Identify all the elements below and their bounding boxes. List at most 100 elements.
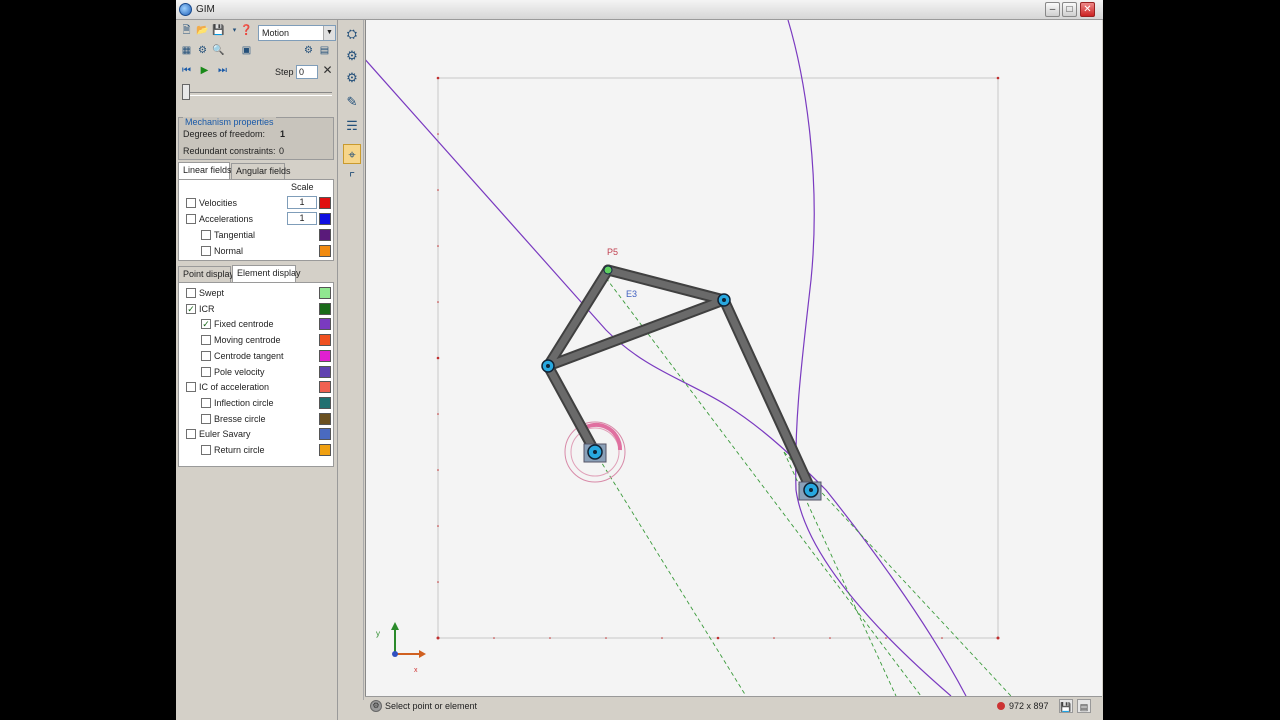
file-toolbar: 🗎 📂 💾 ▾ ❓ Motion ▼ xyxy=(178,22,336,41)
tangential-color-swatch[interactable] xyxy=(319,229,331,241)
mechanism-properties-legend: Mechanism properties xyxy=(183,117,276,127)
close-icon[interactable]: ✕ xyxy=(321,64,334,77)
icr-line-1 xyxy=(605,277,922,696)
mode-select-value: Motion xyxy=(262,28,290,38)
step-slider-thumb[interactable] xyxy=(182,84,190,100)
pole-velocity-color-swatch[interactable] xyxy=(319,365,331,378)
centrode-tangent-label: Centrode tangent xyxy=(214,350,284,361)
zoom-icon[interactable]: 🔍 xyxy=(212,44,225,57)
left-panel: 🗎 📂 💾 ▾ ❓ Motion ▼ ▦ ⚙ 🔍 ▣ ⚙ ▤ ⏮ ▶ ⏭ Ste… xyxy=(176,20,338,720)
element-row-moving-centrode: Moving centrode xyxy=(179,333,333,348)
step-input[interactable]: 0 xyxy=(296,65,318,79)
mechanism-drawing[interactable]: P5 E3 y x xyxy=(366,20,1103,696)
moving-centrode-color-swatch[interactable] xyxy=(319,334,331,347)
inflection-circle-color-swatch[interactable] xyxy=(319,396,331,409)
moving-centrode-label: Moving centrode xyxy=(214,335,281,346)
mechanism-canvas[interactable]: P5 E3 y x xyxy=(365,20,1102,696)
velocities-color-swatch[interactable] xyxy=(319,197,331,209)
grid-icon[interactable]: ▦ xyxy=(180,44,193,57)
bresse-circle-checkbox[interactable] xyxy=(201,413,211,424)
joint-tool-icon[interactable]: ⚙ xyxy=(343,46,361,66)
export-icon[interactable]: ▤ xyxy=(1077,699,1091,713)
field-row-normal: Normal xyxy=(179,244,333,259)
application-window: GIM – □ ✕ 🗎 📂 💾 ▾ ❓ Motion ▼ ▦ ⚙ 🔍 ▣ ⚙ ▤ xyxy=(176,0,1103,720)
measure-tool-icon[interactable]: ⌖ xyxy=(343,144,361,164)
tab-point-display[interactable]: Point display xyxy=(178,266,234,282)
return-circle-checkbox[interactable] xyxy=(201,445,211,455)
status-text: Select point or element xyxy=(385,701,478,711)
ic-of-acceleration-color-swatch[interactable] xyxy=(319,381,331,394)
status-bar: ⚙ Select point or element 972 x 897 💾 ▤ xyxy=(365,696,1102,716)
normal-checkbox[interactable] xyxy=(201,246,211,256)
bresse-circle-color-swatch[interactable] xyxy=(319,412,331,425)
help-icon[interactable]: ❓ xyxy=(240,24,253,37)
tab-angular-fields[interactable]: Angular fields xyxy=(231,163,291,179)
centrode-tangent-checkbox[interactable] xyxy=(201,350,211,361)
bresse-circle-label: Bresse circle xyxy=(214,413,266,424)
element-row-euler-savary: Euler Savary xyxy=(179,427,333,442)
centrode-tangent-color-swatch[interactable] xyxy=(319,349,331,362)
swept-label: Swept xyxy=(199,288,225,298)
normal-color-swatch[interactable] xyxy=(319,245,331,257)
accelerations-checkbox[interactable] xyxy=(186,214,196,224)
step-slider-track[interactable] xyxy=(184,92,332,96)
pencil-tool-icon[interactable]: ✎ xyxy=(343,92,361,112)
axis-y-label: y xyxy=(376,629,380,638)
redundant-label: Redundant constraints: xyxy=(183,146,276,156)
scale-header: Scale xyxy=(291,182,314,192)
inflection-circle-label: Inflection circle xyxy=(214,397,274,408)
icr-label: ICR xyxy=(199,303,215,314)
tools-toolbar: ⛭ ⚙ ⚙ ✎ ☴ ⌖ ⌜ xyxy=(340,20,364,700)
title-bar: GIM – □ ✕ xyxy=(176,0,1103,20)
field-row-tangential: Tangential xyxy=(179,228,333,243)
app-logo-icon xyxy=(179,3,192,16)
inflection-circle-checkbox[interactable] xyxy=(201,397,211,408)
euler-savary-color-swatch[interactable] xyxy=(319,428,331,441)
gear-icon[interactable]: ⚙ xyxy=(196,44,209,57)
euler-savary-checkbox[interactable] xyxy=(186,429,196,440)
mode-select[interactable]: Motion ▼ xyxy=(258,25,336,41)
velocities-checkbox[interactable] xyxy=(186,198,196,208)
field-row-velocities: Velocities 1 xyxy=(179,196,333,211)
save-icon[interactable]: 💾 xyxy=(212,24,225,37)
calculator-icon[interactable]: ▤ xyxy=(318,44,331,57)
save-status-icon[interactable]: 💾 xyxy=(1059,699,1073,713)
first-frame-icon[interactable]: ⏮ xyxy=(180,64,193,77)
tab-linear-fields[interactable]: Linear fields xyxy=(178,162,232,179)
element-row-return-circle: Return circle xyxy=(179,443,333,458)
fixed-centrode-checkbox[interactable]: ✓ xyxy=(201,319,211,330)
velocities-scale-input[interactable]: 1 xyxy=(287,196,317,209)
chevron-down-icon[interactable]: ▼ xyxy=(323,26,335,40)
new-icon[interactable]: 🗎 xyxy=(180,24,193,37)
minimize-button[interactable]: – xyxy=(1045,2,1060,17)
dof-value: 1 xyxy=(280,129,286,139)
accelerations-color-swatch[interactable] xyxy=(319,213,331,225)
icr-color-swatch[interactable] xyxy=(319,302,331,315)
icr-checkbox[interactable]: ✓ xyxy=(186,303,196,314)
fixed-centrode-color-swatch[interactable] xyxy=(319,318,331,331)
return-circle-color-swatch[interactable] xyxy=(319,444,331,456)
element-row-centrode-tangent: Centrode tangent xyxy=(179,349,333,364)
accelerations-scale-input[interactable]: 1 xyxy=(287,212,317,225)
settings-icon[interactable]: ⚙ xyxy=(302,44,315,57)
moving-centrode-checkbox[interactable] xyxy=(201,335,211,346)
pole-velocity-label: Pole velocity xyxy=(214,366,265,377)
close-window-button[interactable]: ✕ xyxy=(1080,2,1095,17)
element-row-fixed-centrode: ✓ Fixed centrode xyxy=(179,317,333,332)
ic-of-acceleration-checkbox[interactable] xyxy=(186,382,196,393)
open-icon[interactable]: 📂 xyxy=(196,24,209,37)
tangential-checkbox[interactable] xyxy=(201,230,211,240)
accelerations-label: Accelerations xyxy=(199,214,254,224)
play-icon[interactable]: ▶ xyxy=(198,64,211,77)
ruler-tool-icon[interactable]: ⌜ xyxy=(343,168,361,188)
last-frame-icon[interactable]: ⏭ xyxy=(216,64,229,77)
gear-tool-icon[interactable]: ⚙ xyxy=(343,68,361,88)
slider-tool-icon[interactable]: ☴ xyxy=(343,116,361,136)
lock-icon[interactable]: ▣ xyxy=(240,44,253,57)
maximize-button[interactable]: □ xyxy=(1062,2,1077,17)
pole-velocity-checkbox[interactable] xyxy=(201,366,211,377)
tab-element-display[interactable]: Element display xyxy=(232,265,301,282)
swept-checkbox[interactable] xyxy=(186,288,196,298)
link-tool-icon[interactable]: ⛭ xyxy=(343,24,361,44)
swept-color-swatch[interactable] xyxy=(319,287,331,299)
